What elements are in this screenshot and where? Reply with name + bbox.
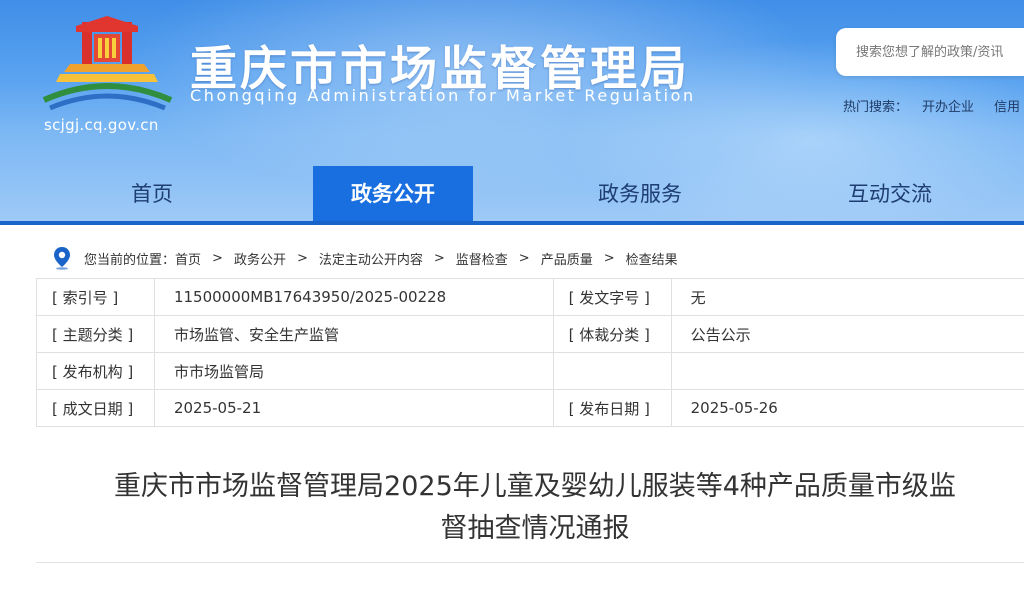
nav-bottom-bar (0, 221, 1024, 225)
municipal-emblem-icon[interactable] (40, 12, 175, 112)
breadcrumb: 您当前的位置： 首页 > 政务公开 > 法定主动公开内容 > 监督检查 > 产品… (52, 246, 678, 270)
topic-value: 市场监管、安全生产监管 (153, 315, 554, 353)
breadcrumb-separator: > (518, 250, 530, 266)
breadcrumb-separator: > (433, 250, 445, 266)
publisher-label: [ 发布机构 ] (36, 352, 155, 390)
location-pin-icon (54, 247, 70, 270)
created-date-label: [ 成文日期 ] (36, 389, 155, 427)
breadcrumb-prefix: 您当前的位置： (84, 252, 176, 268)
article-title: 重庆市市场监督管理局2025年儿童及婴幼儿服装等4种产品质量市级监 督抽查情况通… (60, 466, 1010, 550)
index-value: 11500000MB17643950/2025-00228 (153, 278, 554, 316)
created-date-value: 2025-05-21 (153, 389, 554, 427)
table-row: [ 成文日期 ] 2025-05-21 [ 发布日期 ] 2025-05-26 (36, 389, 1024, 427)
table-row: [ 发布机构 ] 市市场监管局 (36, 352, 1024, 390)
table-row: [ 索引号 ] 11500000MB17643950/2025-00228 [ … (36, 278, 1024, 316)
breadcrumb-item[interactable]: 法定主动公开内容 (319, 249, 423, 268)
nav-interaction[interactable]: 互动交流 (770, 166, 1010, 224)
breadcrumb-separator: > (212, 250, 223, 266)
publisher-value: 市市场监管局 (153, 352, 554, 390)
empty-cell (552, 352, 672, 390)
doc-number-label: [ 发文字号 ] (552, 278, 672, 316)
document-info-table: [ 索引号 ] 11500000MB17643950/2025-00228 [ … (36, 278, 1024, 427)
hot-search-bar: 热门搜索： 开办企业 信用 (843, 96, 1024, 115)
topic-label: [ 主题分类 ] (36, 315, 155, 353)
site-domain: scjgj.cq.gov.cn (44, 116, 159, 134)
nav-active-label: 政务公开 (351, 182, 435, 206)
nav-home[interactable]: 首页 (28, 166, 276, 224)
site-header: scjgj.cq.gov.cn 重庆市市场监督管理局 Chongqing Adm… (0, 0, 1024, 224)
hot-search-label: 热门搜索： (843, 100, 909, 115)
genre-value: 公告公示 (670, 315, 1024, 353)
hot-search-link[interactable]: 开办企业 (922, 100, 974, 115)
breadcrumb-separator: > (603, 250, 615, 266)
breadcrumb-item[interactable]: 产品质量 (541, 249, 593, 268)
index-label: [ 索引号 ] (36, 278, 155, 316)
doc-number-value: 无 (670, 278, 1024, 316)
search-input[interactable] (856, 42, 1024, 62)
table-row: [ 主题分类 ] 市场监管、安全生产监管 [ 体裁分类 ] 公告公示 (36, 315, 1024, 353)
article-title-line: 重庆市市场监督管理局2025年儿童及婴幼儿服装等4种产品质量市级监 (114, 471, 956, 502)
published-date-value: 2025-05-26 (670, 389, 1024, 427)
breadcrumb-item[interactable]: 首页 (175, 249, 201, 268)
breadcrumb-separator: > (296, 250, 308, 266)
search-box (836, 28, 1024, 76)
breadcrumb-item[interactable]: 政务公开 (234, 249, 286, 268)
breadcrumb-item[interactable]: 监督检查 (456, 249, 508, 268)
empty-cell (670, 352, 1024, 390)
site-subtitle: Chongqing Administration for Market Regu… (190, 86, 696, 105)
title-divider (36, 562, 1024, 563)
main-nav: 首页 政务公开 政务服务 互动交流 (0, 166, 1024, 224)
nav-government-affairs-open[interactable]: 政务公开 (313, 166, 473, 224)
nav-government-services[interactable]: 政务服务 (520, 166, 760, 224)
breadcrumb-item[interactable]: 检查结果 (626, 249, 678, 268)
genre-label: [ 体裁分类 ] (552, 315, 672, 353)
published-date-label: [ 发布日期 ] (552, 389, 672, 427)
hot-search-link[interactable]: 信用 (994, 100, 1020, 115)
article-title-line: 督抽查情况通报 (440, 513, 630, 544)
